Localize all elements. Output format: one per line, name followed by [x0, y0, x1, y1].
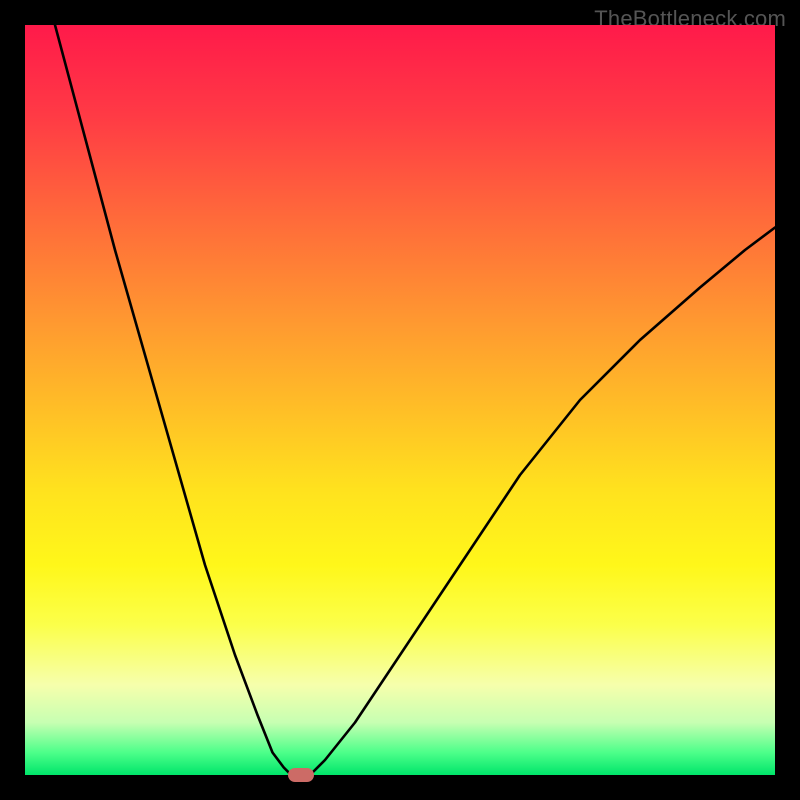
- plot-area: [25, 25, 775, 775]
- curve-left-branch: [55, 25, 291, 775]
- bottleneck-marker: [288, 768, 314, 782]
- chart-frame: TheBottleneck.com: [0, 0, 800, 800]
- curve-svg: [25, 25, 775, 775]
- curve-right-branch: [310, 228, 775, 776]
